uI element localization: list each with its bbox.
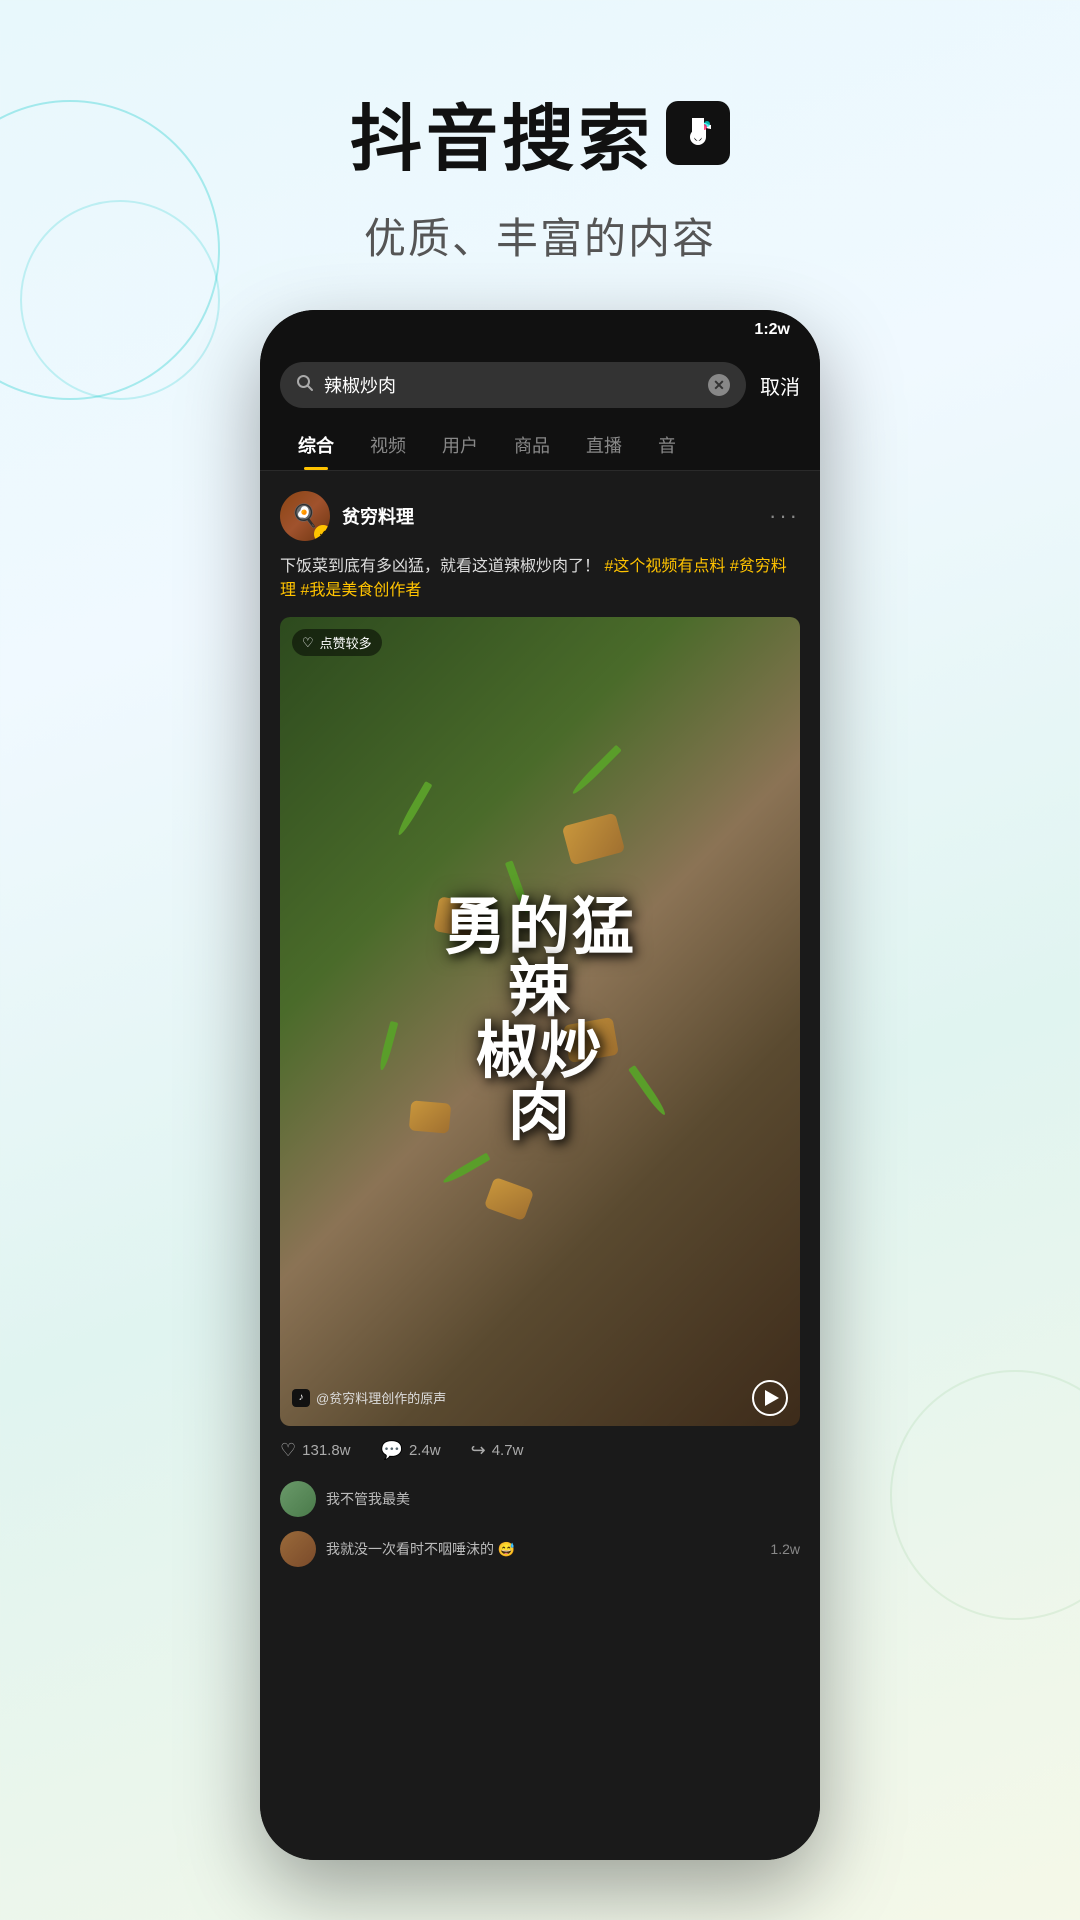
search-icon — [296, 374, 314, 397]
search-bar[interactable]: 辣椒炒肉 ✕ 取消 — [260, 350, 820, 420]
like-icon: ♡ — [280, 1440, 296, 1461]
tab-视频[interactable]: 视频 — [352, 420, 424, 470]
cancel-button[interactable]: 取消 — [760, 371, 800, 400]
comments-count: 2.4w — [409, 1442, 441, 1459]
search-query: 辣椒炒肉 — [324, 372, 698, 398]
title-row: 抖音搜索 — [0, 80, 1080, 185]
verified-badge-icon: ✓ — [314, 525, 330, 541]
comment-icon: 💬 — [381, 1440, 403, 1461]
app-subtitle: 优质、丰富的内容 — [0, 205, 1080, 266]
comment-2: 我就没一次看时不咽唾沫的 😅 1.2w — [280, 1531, 800, 1567]
post-text: 下饭菜到底有多凶猛，就看这道辣椒炒肉了！ — [280, 558, 600, 575]
phone-mockup: 1:2w 辣椒炒肉 ✕ 取消 综合 — [260, 310, 820, 1860]
user-info[interactable]: 🍳 ✓ 贫穷料理 — [280, 491, 414, 541]
comment-2-count: 1.2w — [770, 1541, 800, 1557]
share-icon: ↪ — [471, 1440, 486, 1461]
search-results: 🍳 ✓ 贫穷料理 ··· 下饭菜到底有多凶猛，就看这道辣椒炒肉了！ #这个视频有… — [260, 471, 820, 1860]
play-triangle-icon — [765, 1390, 779, 1406]
tab-用户[interactable]: 用户 — [424, 420, 496, 470]
comments-stat[interactable]: 💬 2.4w — [381, 1440, 441, 1461]
tiktok-small-icon: ♪ — [292, 1389, 310, 1407]
post-header: 🍳 ✓ 贫穷料理 ··· — [280, 491, 800, 541]
user-avatar: 🍳 ✓ — [280, 491, 330, 541]
video-overlay-text: 勇的猛辣椒炒肉 — [444, 897, 636, 1145]
tiktok-logo-icon — [666, 101, 730, 165]
username[interactable]: 贫穷料理 — [342, 503, 414, 529]
likes-stat[interactable]: ♡ 131.8w — [280, 1440, 351, 1461]
hashtag-1[interactable]: #这个视频有点料 — [604, 558, 725, 575]
shares-count: 4.7w — [492, 1442, 524, 1459]
more-options-button[interactable]: ··· — [769, 503, 800, 529]
tab-音乐[interactable]: 音 — [640, 420, 694, 470]
hashtag-3[interactable]: #我是美食创作者 — [300, 582, 421, 599]
tab-综合[interactable]: 综合 — [280, 420, 352, 470]
search-clear-button[interactable]: ✕ — [708, 374, 730, 396]
video-thumbnail[interactable]: ♡ 点赞较多 勇的猛辣椒炒肉 ♪ @贫穷料理创作的原声 — [280, 617, 800, 1426]
status-bar: 1:2w — [260, 310, 820, 350]
search-tabs: 综合 视频 用户 商品 直播 音 — [260, 420, 820, 471]
commenter-2-avatar — [280, 1531, 316, 1567]
status-time: 1:2w — [754, 321, 790, 339]
tab-直播[interactable]: 直播 — [568, 420, 640, 470]
audio-info: ♪ @贫穷料理创作的原声 — [292, 1388, 446, 1407]
app-title: 抖音搜索 — [350, 80, 654, 185]
likes-count: 131.8w — [302, 1442, 350, 1459]
comment-1-text: 我不管我最美 — [326, 1489, 410, 1509]
comment-1: 我不管我最美 — [280, 1475, 800, 1517]
bg-decoration-circle-3 — [890, 1370, 1080, 1620]
play-button[interactable] — [752, 1380, 788, 1416]
search-input-wrap[interactable]: 辣椒炒肉 ✕ — [280, 362, 746, 408]
comment-2-text: 我就没一次看时不咽唾沫的 😅 — [326, 1539, 515, 1559]
header: 抖音搜索 优质、丰富的内容 — [0, 0, 1080, 306]
post-description: 下饭菜到底有多凶猛，就看这道辣椒炒肉了！ #这个视频有点料 #贫穷料理 #我是美… — [280, 555, 800, 603]
shares-stat[interactable]: ↪ 4.7w — [471, 1440, 524, 1461]
comment-2-content: 我就没一次看时不咽唾沫的 😅 1.2w — [326, 1539, 800, 1559]
engagement-stats: ♡ 131.8w 💬 2.4w ↪ 4.7w — [280, 1440, 800, 1461]
phone-screen: 1:2w 辣椒炒肉 ✕ 取消 综合 — [260, 310, 820, 1860]
commenter-1-avatar — [280, 1481, 316, 1517]
audio-text: @贫穷料理创作的原声 — [316, 1388, 446, 1407]
tab-商品[interactable]: 商品 — [496, 420, 568, 470]
video-bottom-bar: ♪ @贫穷料理创作的原声 — [292, 1380, 788, 1416]
screen-content: 1:2w 辣椒炒肉 ✕ 取消 综合 — [260, 310, 820, 1860]
video-overlay: 勇的猛辣椒炒肉 — [280, 617, 800, 1426]
